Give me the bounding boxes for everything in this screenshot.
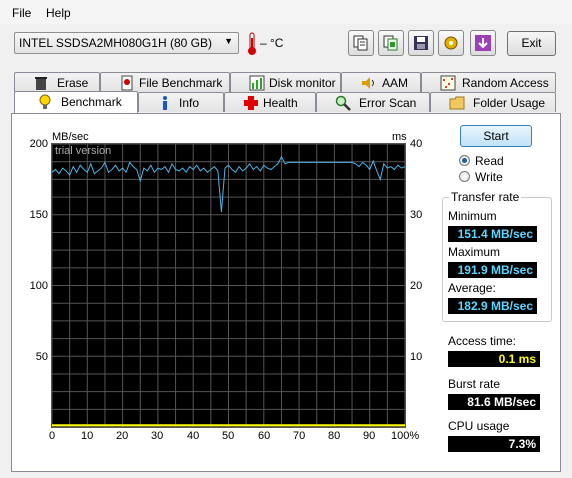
tab-folder-usage[interactable]: Folder Usage xyxy=(430,92,556,112)
temperature-value: – °C xyxy=(260,36,284,50)
access-time-label: Access time: xyxy=(448,334,517,348)
speaker-icon xyxy=(362,77,374,89)
start-button[interactable]: Start xyxy=(460,125,532,147)
random-access-icon xyxy=(440,75,456,91)
x-tick: 10 xyxy=(81,430,94,442)
tab-label: File Benchmark xyxy=(139,76,223,90)
x-tick: 30 xyxy=(151,430,164,442)
y-right-tick: 10 xyxy=(410,351,423,363)
tab-label: Folder Usage xyxy=(473,96,546,110)
tab-erase[interactable]: Erase xyxy=(14,72,100,92)
download-button[interactable] xyxy=(470,30,496,56)
drive-select[interactable]: INTEL SSDSA2MH080G1H (80 GB) ▼ xyxy=(14,32,239,54)
download-icon xyxy=(475,35,491,51)
tab-label: Health xyxy=(263,96,298,110)
y-left-tick: 150 xyxy=(29,209,48,221)
x-tick: 50 xyxy=(222,430,235,442)
x-tick: 20 xyxy=(116,430,129,442)
chevron-down-icon: ▼ xyxy=(224,36,233,46)
tab-file-benchmark[interactable]: File Benchmark xyxy=(100,72,230,92)
exit-button[interactable]: Exit xyxy=(507,31,556,56)
x-tick: 90 xyxy=(363,430,376,442)
y-left-tick: 200 xyxy=(29,138,48,150)
average-label: Average: xyxy=(448,281,496,295)
info-icon xyxy=(163,96,167,110)
copy-text-button[interactable] xyxy=(348,30,374,56)
magnifier-icon xyxy=(335,95,351,111)
tab-disk-monitor[interactable]: Disk monitor xyxy=(230,72,341,92)
maximum-label: Maximum xyxy=(448,245,501,259)
tab-label: Disk monitor xyxy=(269,76,336,90)
tab-label: AAM xyxy=(382,76,409,90)
copy-info-icon xyxy=(383,35,398,51)
y-right-tick: 40 xyxy=(410,138,423,150)
cpu-usage-label: CPU usage xyxy=(448,419,510,433)
cpu-usage-value: 7.3% xyxy=(448,436,540,452)
options-button[interactable] xyxy=(438,30,464,56)
tab-label: Benchmark xyxy=(61,95,122,109)
read-radio[interactable] xyxy=(459,155,470,166)
x-tick: 40 xyxy=(187,430,200,442)
y-right-tick: 20 xyxy=(410,280,423,292)
x-tick: 70 xyxy=(293,430,306,442)
maximum-value: 191.9 MB/sec xyxy=(448,262,537,278)
menu-help[interactable]: Help xyxy=(46,6,71,20)
tab-aam[interactable]: AAM xyxy=(341,72,421,92)
disk-monitor-icon xyxy=(249,75,265,91)
transfer-rate-title: Transfer rate xyxy=(449,190,522,204)
y-left-tick: 100 xyxy=(29,280,48,292)
tab-label: Info xyxy=(179,96,200,110)
minimum-label: Minimum xyxy=(448,209,497,223)
gear-icon xyxy=(444,36,458,50)
trash-icon xyxy=(35,77,47,90)
tab-error-scan[interactable]: Error Scan xyxy=(316,92,430,112)
y-right-tick: 30 xyxy=(410,209,423,221)
tab-label: Erase xyxy=(57,76,89,90)
health-cross-icon xyxy=(244,96,258,110)
x-tick: 0 xyxy=(49,430,56,442)
bulb-icon xyxy=(39,94,51,109)
read-radio-label: Read xyxy=(475,154,504,168)
average-value: 182.9 MB/sec xyxy=(448,298,537,314)
file-benchmark-icon xyxy=(121,75,133,91)
access-time-value: 0.1 ms xyxy=(448,351,540,367)
trial-watermark: trial version xyxy=(55,145,112,157)
write-radio-label: Write xyxy=(475,170,503,184)
menu-bar: File Help xyxy=(0,0,572,24)
tab-health[interactable]: Health xyxy=(224,92,316,112)
tab-info[interactable]: Info xyxy=(138,92,224,112)
graph-canvas xyxy=(51,143,406,428)
tab-label: Random Access xyxy=(462,76,549,90)
benchmark-graph: trial version xyxy=(51,143,406,428)
folder-icon xyxy=(449,96,465,110)
save-button[interactable] xyxy=(408,30,434,56)
drive-select-value: INTEL SSDSA2MH080G1H (80 GB) xyxy=(19,36,212,50)
x-tick: 60 xyxy=(258,430,271,442)
thermometer-icon xyxy=(248,32,256,55)
x-tick: 100% xyxy=(391,430,420,442)
copy-text-icon xyxy=(353,35,368,51)
write-radio[interactable] xyxy=(459,171,470,182)
x-tick: 80 xyxy=(328,430,341,442)
y-left-unit: MB/sec xyxy=(52,131,89,143)
burst-rate-value: 81.6 MB/sec xyxy=(448,394,540,410)
copy-info-button[interactable] xyxy=(378,30,404,56)
toolbar: INTEL SSDSA2MH080G1H (80 GB) ▼ – °C xyxy=(0,24,572,66)
save-icon xyxy=(414,36,428,50)
burst-rate-label: Burst rate xyxy=(448,377,501,391)
minimum-value: 151.4 MB/sec xyxy=(448,226,537,242)
tab-benchmark[interactable]: Benchmark xyxy=(14,91,138,113)
menu-file[interactable]: File xyxy=(12,6,31,20)
y-right-unit: ms xyxy=(392,131,407,143)
tab-random-access[interactable]: Random Access xyxy=(421,72,556,92)
y-left-tick: 50 xyxy=(35,351,48,363)
tab-label: Error Scan xyxy=(359,96,417,110)
